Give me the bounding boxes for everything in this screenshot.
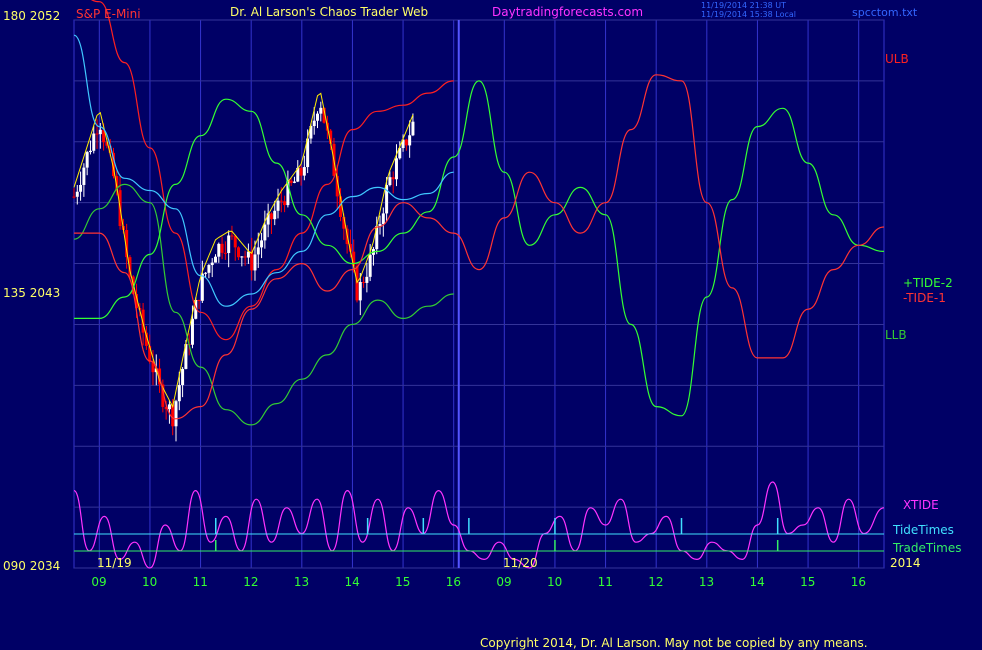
- file-name: spcctom.txt: [852, 6, 918, 19]
- x-tick-label: 16: [850, 575, 866, 589]
- price-body: [269, 213, 273, 220]
- y-bottom-label: 090 2034: [3, 559, 61, 573]
- price-body: [167, 404, 171, 410]
- price-body: [197, 299, 201, 301]
- price-body: [233, 235, 237, 248]
- price-body: [79, 184, 83, 192]
- date-label-2: 11/20: [503, 556, 538, 570]
- site-url: Daytradingforecasts.com: [492, 5, 644, 19]
- price-body: [75, 191, 79, 197]
- price-body: [279, 200, 283, 202]
- price-body: [263, 224, 267, 241]
- price-body: [394, 158, 398, 180]
- price-body: [174, 401, 178, 427]
- price-body: [223, 252, 227, 254]
- price-body: [411, 121, 415, 136]
- price-body: [217, 243, 221, 257]
- x-tick-label: 11: [192, 575, 208, 589]
- x-tick-label: 12: [243, 575, 259, 589]
- price-body: [358, 281, 362, 301]
- price-body: [190, 318, 194, 345]
- y-mid-label: 135 2043: [3, 286, 61, 300]
- price-body: [292, 181, 296, 183]
- price-body: [378, 224, 382, 226]
- price-body: [365, 276, 369, 283]
- price-body: [243, 256, 247, 258]
- legend-ulb: ULB: [885, 52, 909, 66]
- price-body: [227, 235, 231, 254]
- price-body: [95, 133, 99, 135]
- x-tick-label: 12: [648, 575, 664, 589]
- legend-tide-times: TideTimes: [893, 523, 954, 537]
- legend-trade-times: TradeTimes: [893, 541, 962, 555]
- price-body: [213, 256, 217, 263]
- price-body: [92, 133, 96, 151]
- price-body: [207, 265, 211, 273]
- price-body: [88, 150, 92, 153]
- instrument-title: S&P E-Mini: [76, 7, 141, 21]
- copyright: Copyright 2014, Dr. Al Larson. May not b…: [480, 636, 868, 650]
- price-body: [283, 201, 287, 206]
- price-body: [260, 240, 264, 248]
- price-body: [85, 152, 89, 168]
- price-body: [355, 266, 359, 301]
- x-tick-label: 13: [293, 575, 310, 589]
- y-top-label: 180 2052: [3, 9, 61, 23]
- x-tick-label: 16: [445, 575, 461, 589]
- price-body: [289, 180, 293, 183]
- price-body: [200, 273, 204, 301]
- price-body: [237, 247, 241, 258]
- price-body: [362, 281, 366, 283]
- price-body: [256, 247, 260, 255]
- timestamp-local: 11/19/2014 15:38 Local: [701, 10, 796, 19]
- date-label-1: 11/19: [97, 556, 132, 570]
- price-body: [250, 251, 254, 271]
- legend-tide1: -TIDE-1: [903, 291, 946, 305]
- price-body: [273, 210, 277, 220]
- x-tick-label: 15: [800, 575, 816, 589]
- x-tick-label: 10: [141, 575, 158, 589]
- price-body: [312, 120, 316, 127]
- price-body: [240, 256, 244, 258]
- price-body: [319, 107, 323, 114]
- price-body: [210, 262, 214, 266]
- x-tick-label: 13: [698, 575, 715, 589]
- price-body: [246, 251, 250, 258]
- site-title: Dr. Al Larson's Chaos Trader Web: [230, 5, 429, 19]
- price-body: [98, 129, 102, 135]
- x-tick-label: 09: [91, 575, 107, 589]
- x-tick-label: 14: [749, 575, 765, 589]
- price-body: [302, 167, 306, 176]
- x-tick-label: 09: [496, 575, 512, 589]
- price-body: [204, 272, 208, 274]
- price-body: [388, 177, 392, 186]
- price-body: [381, 213, 385, 225]
- price-body: [230, 235, 234, 237]
- price-body: [404, 139, 408, 146]
- year-label: 2014: [890, 556, 921, 570]
- legend-llb: LLB: [885, 328, 907, 342]
- price-body: [177, 385, 181, 402]
- x-tick-label: 11: [597, 575, 613, 589]
- x-tick-label: 15: [395, 575, 411, 589]
- x-tick-label: 14: [344, 575, 360, 589]
- price-body: [408, 135, 412, 146]
- chart-canvas: [0, 0, 982, 650]
- price-body: [72, 196, 76, 198]
- price-body: [181, 368, 185, 386]
- legend-tide2: +TIDE-2: [903, 276, 953, 290]
- legend-xtide: XTIDE: [903, 498, 939, 512]
- price-body: [276, 200, 280, 211]
- timestamp-utc: 11/19/2014 21:38 UT: [701, 1, 786, 10]
- price-body: [368, 254, 372, 277]
- price-body: [316, 113, 320, 121]
- price-body: [253, 254, 257, 271]
- price-body: [220, 243, 224, 253]
- price-body: [391, 177, 395, 180]
- price-body: [82, 167, 86, 185]
- x-tick-label: 10: [546, 575, 563, 589]
- price-body: [299, 167, 303, 176]
